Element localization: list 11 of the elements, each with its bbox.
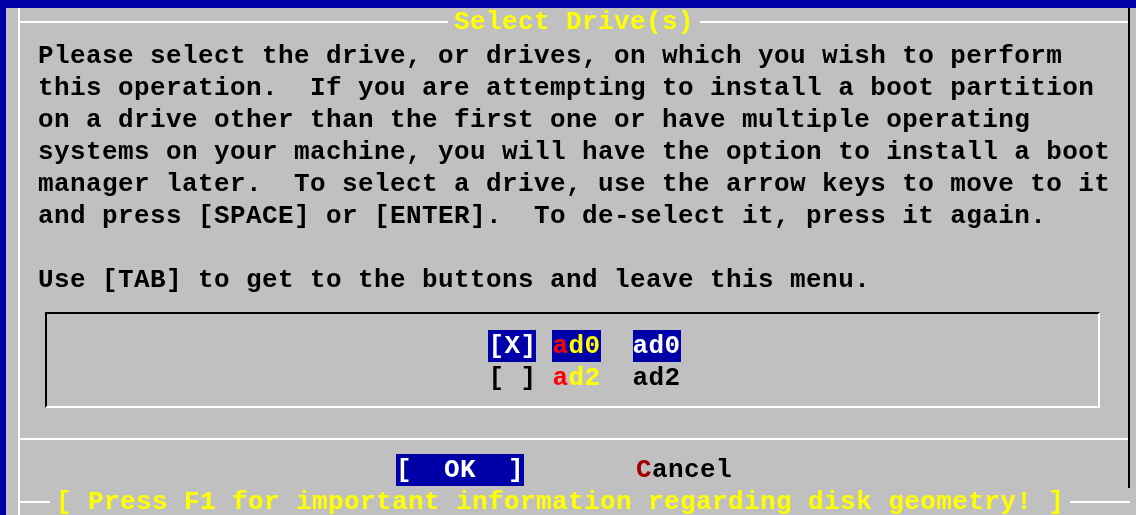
drive-description: ad0 (632, 330, 681, 362)
footer-text: [ Press F1 for important information regarding disk geometry! ] (55, 487, 1066, 515)
cancel-button[interactable]: Cancel (636, 454, 733, 486)
drive-checkbox[interactable]: [X] (488, 330, 537, 362)
drive-checkbox[interactable]: [ ] (488, 362, 537, 394)
hint-text: Use [TAB] to get to the buttons and leave this menu. (38, 264, 872, 296)
drive-name[interactable]: ad0 (552, 330, 601, 362)
dialog-title: Select Drive(s) (453, 8, 696, 36)
drive-description: ad2 (632, 362, 681, 394)
instructions-text: Please select the drive, or drives, on which you wish to perform this operation. If you are attempting to install a boot partition on a drive other than the first one or have multiple operating systems on your machine, you will have the option to install a boot manager later. To select a drive, use the arrow keys to move to it and press [SPACE] or [ENTER]. To de-select it, press it again. (38, 40, 1112, 232)
ok-button[interactable]: [ OK ] (395, 454, 524, 486)
